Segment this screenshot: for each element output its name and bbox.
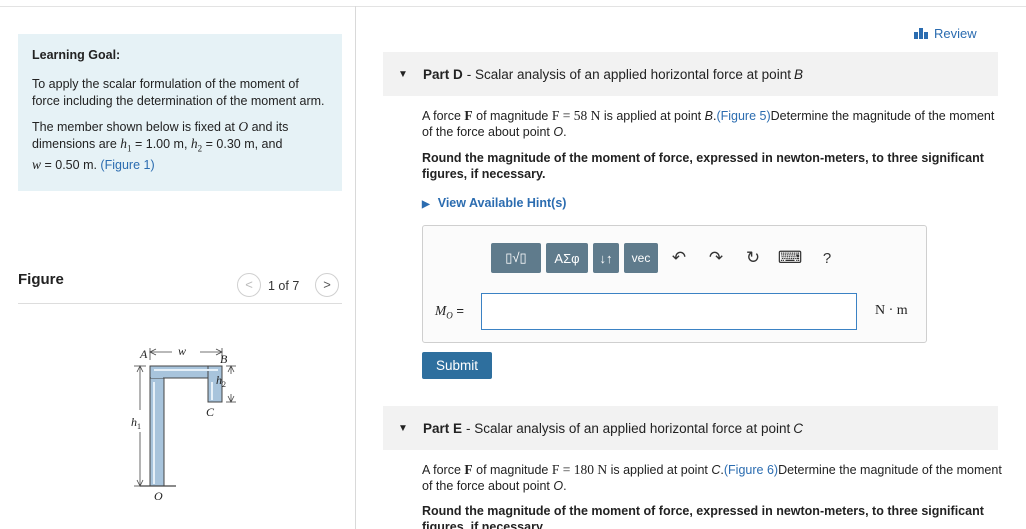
part-d-point: B [793,66,803,82]
member-figure: A B C O w h1 h2 [131,344,236,503]
answer-unit: N · m [875,303,908,318]
answer-panel: ▯√▯ ΑΣφ ↓↑ vec ↶ ↷ ↻ ⌨ ? MO = N · m [422,225,927,343]
review-link[interactable]: Review [914,26,977,41]
fixed-member [149,365,223,487]
expand-caret-icon: ▶ [422,199,430,210]
figure-label: Figure [18,271,64,288]
label-O: O [154,489,163,503]
learning-goal-title: Learning Goal: [32,48,121,62]
part-e-title: - Scalar analysis of an applied horizont… [466,420,791,436]
figure-divider [18,303,342,304]
label-C: C [206,405,215,419]
moment-answer-input[interactable] [481,293,857,330]
undo-icon[interactable]: ↶ [663,243,695,273]
sub-superscript-button[interactable]: ↓↑ [593,243,619,273]
reset-icon[interactable]: ↻ [737,243,769,273]
templates-button[interactable]: ▯√▯ [491,243,541,273]
previous-figure-button[interactable]: < [237,273,261,297]
figure-pager-count: 1 of 7 [268,279,300,293]
learning-goal-panel: Learning Goal: To apply the scalar formu… [18,34,342,191]
part-e-rounding-instruction: Round the magnitude of the moment of for… [422,504,984,529]
view-hints-link[interactable]: ▶ View Available Hint(s) [422,196,566,210]
column-divider [355,6,356,529]
label-B: B [220,352,228,366]
figure-6-link[interactable]: (Figure 6) [724,463,778,477]
label-A: A [139,347,148,361]
part-d-rounding-instruction: Round the magnitude of the moment of for… [422,151,984,181]
label-w: w [178,344,186,358]
part-e-point: C [793,420,803,436]
review-bars-icon [914,28,928,39]
math-toolbar: ▯√▯ ΑΣφ ↓↑ vec ↶ ↷ ↻ ⌨ ? [491,243,848,273]
part-d-title: - Scalar analysis of an applied horizont… [466,66,791,82]
part-d-header[interactable]: ▼ Part D - Scalar analysis of an applied… [383,52,998,96]
submit-button[interactable]: Submit [422,352,492,379]
answer-label: MO = [435,303,464,321]
next-figure-button[interactable]: > [315,273,339,297]
help-icon[interactable]: ? [811,243,843,273]
collapse-triangle-icon: ▼ [398,422,408,434]
label-h1: h1 [131,415,141,431]
learning-goal-text: To apply the scalar formulation of the m… [32,77,325,108]
greek-letters-button[interactable]: ΑΣφ [546,243,588,273]
label-h2: h2 [216,373,226,389]
part-e-header[interactable]: ▼ Part E - Scalar analysis of an applied… [383,406,998,450]
top-divider [0,6,1026,7]
part-d-label: Part D [423,66,463,82]
vector-button[interactable]: vec [624,243,658,273]
part-e-question: A force F of magnitude F = 180 N is appl… [422,462,1002,493]
keyboard-icon[interactable]: ⌨ [774,243,806,273]
part-d-question: A force F of magnitude F = 58 N is appli… [422,108,995,139]
figure-5-link[interactable]: (Figure 5) [716,109,770,123]
redo-icon[interactable]: ↷ [700,243,732,273]
collapse-triangle-icon: ▼ [398,68,408,80]
figure-1-link[interactable]: (Figure 1) [100,158,154,172]
review-label: Review [934,26,977,41]
part-e-label: Part E [423,420,463,436]
member-dimensions-text: The member shown below is fixed at O and… [32,119,289,172]
